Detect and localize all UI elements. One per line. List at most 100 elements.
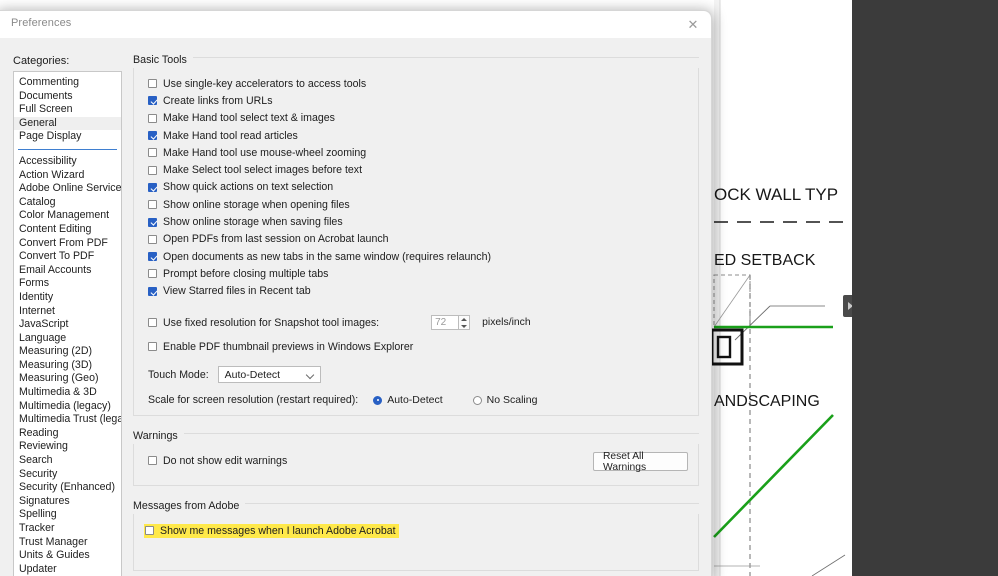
checkbox-label: Create links from URLs [163,94,273,107]
checkbox[interactable] [148,165,157,175]
stepper-buttons[interactable] [459,315,471,331]
category-item[interactable]: Multimedia & 3D [14,386,121,400]
basic-tools-checkbox-row: Show quick actions on text selection [134,179,698,196]
category-item[interactable]: General [14,116,121,131]
basic-tools-checkbox-row: Make Hand tool read articles [134,127,698,144]
category-item[interactable]: Page Display [14,130,121,144]
category-item[interactable]: Measuring (3D) [14,359,121,373]
preferences-pane: Basic Tools Use single-key accelerators … [133,50,699,576]
basic-tools-checkbox-row: Make Hand tool use mouse-wheel zooming [134,144,698,161]
close-icon[interactable]: ✕ [683,15,703,35]
category-item[interactable]: Convert From PDF [14,237,121,251]
checkbox-label: View Starred files in Recent tab [163,285,311,298]
basic-tools-checkbox-row: Prompt before closing multiple tabs [134,265,698,282]
checkbox[interactable] [148,148,157,158]
checkbox[interactable] [148,234,157,244]
category-item[interactable]: Documents [14,90,121,104]
svg-text:ED SETBACK: ED SETBACK [714,252,816,269]
checkbox-label: Prompt before closing multiple tabs [163,267,329,280]
scale-no-scaling-radio[interactable] [472,395,482,405]
checkbox-label: Make Select tool select images before te… [163,164,363,177]
category-item[interactable]: Language [14,332,121,346]
category-item[interactable]: Internet [14,305,121,319]
category-item[interactable]: Forms [14,277,121,291]
checkbox[interactable] [148,252,157,262]
category-item[interactable]: Tracker [14,522,121,536]
scale-auto-detect-radio[interactable] [373,395,383,405]
category-item[interactable]: Security [14,468,121,482]
scale-resolution-row: Scale for screen resolution (restart req… [134,394,698,406]
touch-mode-select[interactable]: Auto-Detect [217,366,321,384]
basic-tools-checkbox-row: Open documents as new tabs in the same w… [134,248,698,265]
category-item[interactable]: Updater [14,563,121,576]
touch-mode-value: Auto-Detect [224,368,281,381]
checkbox[interactable] [148,217,157,227]
category-item[interactable]: Search [14,454,121,468]
basic-tools-checkbox-row: Make Hand tool select text & images [134,110,698,127]
category-item[interactable]: Action Wizard [14,169,121,183]
checkbox[interactable] [148,269,157,279]
category-item[interactable]: Color Management [14,209,121,223]
launch-messages-row: Show me messages when I launch Adobe Acr… [134,522,698,539]
thumbnail-previews-checkbox[interactable] [148,342,157,351]
reset-all-warnings-button[interactable]: Reset All Warnings [593,451,688,473]
category-item[interactable]: Reading [14,427,121,441]
category-item[interactable]: Accessibility [14,155,121,169]
checkbox-label: Use single-key accelerators to access to… [163,77,367,90]
category-item[interactable]: Signatures [14,495,121,509]
category-item[interactable]: JavaScript [14,318,121,332]
category-item[interactable]: Measuring (Geo) [14,372,121,386]
checkbox[interactable] [148,79,157,89]
category-item[interactable]: Spelling [14,508,121,522]
thumbnail-previews-label: Enable PDF thumbnail previews in Windows… [163,340,414,353]
scale-resolution-label: Scale for screen resolution (restart req… [148,394,359,407]
category-item[interactable]: Multimedia Trust (legacy) [14,413,121,427]
category-item[interactable]: Content Editing [14,223,121,237]
category-item[interactable]: Multimedia (legacy) [14,400,121,414]
checkbox[interactable] [148,200,157,210]
scale-auto-detect-label: Auto-Detect [387,394,443,407]
category-item[interactable]: Identity [14,291,121,305]
checkbox-label: Make Hand tool use mouse-wheel zooming [163,146,367,159]
snapshot-resolution-label: Use fixed resolution for Snapshot tool i… [163,316,380,329]
launch-messages-checkbox[interactable] [145,526,154,536]
stepper-down-icon[interactable] [459,323,469,330]
checkbox[interactable] [148,182,157,192]
category-item[interactable]: Convert To PDF [14,250,121,264]
category-item[interactable]: Commenting [14,76,121,90]
preferences-dialog: Preferences ✕ Categories: Commenting Docu… [0,10,712,576]
edit-warnings-checkbox[interactable] [148,456,157,466]
scale-no-scaling-label: No Scaling [486,394,538,407]
categories-list[interactable]: Commenting Documents Full Screen General Pag… [13,71,122,576]
checkbox[interactable] [148,131,157,141]
category-item[interactable]: Email Accounts [14,264,121,278]
checkbox-label: Show online storage when opening files [163,198,350,211]
checkbox-label: Make Hand tool read articles [163,129,298,142]
category-item[interactable]: Trust Manager [14,536,121,550]
category-item[interactable]: Catalog [14,196,121,210]
snapshot-resolution-input[interactable]: 72 [431,315,460,331]
checkbox[interactable] [148,113,157,123]
svg-text:ANDSCAPING: ANDSCAPING [714,393,820,410]
messages-content: Show me messages when I launch Adobe Acr… [133,514,699,572]
checkbox[interactable] [148,96,157,106]
chevron-down-icon [305,370,314,380]
snapshot-resolution-checkbox[interactable] [148,318,157,328]
category-item[interactable]: Units & Guides [14,549,121,563]
category-item[interactable]: Security (Enhanced) [14,481,121,495]
snapshot-resolution-stepper[interactable]: 72 [431,315,471,331]
thumbnail-previews-row: Enable PDF thumbnail previews in Windows… [134,338,698,355]
basic-tools-checkbox-row: View Starred files in Recent tab [134,283,698,300]
basic-tools-checkbox-row: Show online storage when saving files [134,213,698,230]
launch-messages-label: Show me messages when I launch Adobe Acr… [160,524,396,537]
category-item[interactable]: Full Screen [14,103,121,117]
warnings-content: Do not show edit warnings Reset All Warn… [133,444,699,487]
group-title-messages: Messages from Adobe [133,500,246,513]
category-item[interactable]: Adobe Online Services [14,182,121,196]
dialog-title: Preferences [11,17,72,29]
checkbox[interactable] [148,286,157,296]
group-basic-tools: Basic Tools [133,50,699,68]
category-item[interactable]: Reviewing [14,440,121,454]
group-title-basic-tools: Basic Tools [133,54,193,66]
category-item[interactable]: Measuring (2D) [14,345,121,359]
